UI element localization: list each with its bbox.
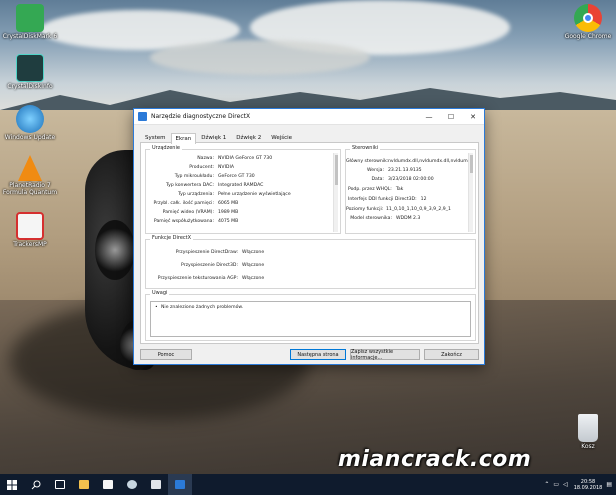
minimize-button[interactable]: — [418,109,440,125]
desktop-icon-crystaldiskinfo[interactable]: CrystalDiskInfo [2,54,58,91]
search-icon [31,480,41,489]
drivers-scrollbar[interactable] [468,153,473,232]
tab-strip: System Ekran Dźwięk 1 Dźwięk 2 Wejście [134,125,484,144]
notes-item: Nie znaleziono żadnych problemów. [161,305,244,310]
window-titlebar[interactable]: Narzędzie diagnostyczne DirectX — ☐ ✕ [134,109,484,125]
notes-group: Uwagi • Nie znaleziono żadnych problemów… [145,290,476,341]
next-page-button[interactable]: Następna strona [290,349,346,360]
taskbar-explorer[interactable] [72,474,96,495]
desktop-icon-chrome[interactable]: Google Chrome [560,4,616,41]
device-row: Pamięć współużytkowana: 4075 MB [153,219,239,224]
desktop-icon-windows-update[interactable]: Windows Update [2,105,58,142]
store-icon [103,480,113,489]
help-button[interactable]: Pomoc [140,349,192,360]
driver-row: Podp. przez WHQL: Tak [348,187,404,192]
device-row: Typ konwertera DAC: Integrated RAMDAC [166,183,264,188]
maximize-button[interactable]: ☐ [440,109,462,125]
task-view-icon [55,480,65,489]
driver-row: Model sterownika: WDDM 2.3 [350,216,421,221]
clock-date: 18.09.2018 [573,484,603,491]
drivers-group: Sterowniki Główny sterownik:nvldumdx.dll… [345,145,476,234]
app-icon [151,480,161,489]
device-group: Urządzenie Nazwa: NVIDIA GeForce GT 730 P… [145,145,341,234]
close-button[interactable]: ✕ [462,109,484,125]
device-row: Przybl. całk. ilość pamięci: 6065 MB [153,201,239,206]
dxdiag-taskbar-icon [175,480,185,489]
recycle-bin-icon [578,414,598,442]
driver-row: Główny sterownik:nvldumdx.dll,nvldumdx.d… [346,159,468,164]
chevron-up-icon[interactable]: ⌃ [544,481,549,488]
device-row: Nazwa: NVIDIA GeForce GT 730 [197,156,273,161]
tab-display[interactable]: Ekran [170,133,197,144]
directx-features-group: Funkcje DirectX Przyspieszenie DirectDra… [145,235,476,289]
exit-button[interactable]: Zakończ [424,349,479,360]
volume-icon[interactable]: ◁ [563,481,568,488]
search-button[interactable] [24,474,48,495]
taskbar-task-view[interactable] [48,474,72,495]
crystaldiskmark-icon [16,4,44,32]
device-group-title: Urządzenie [150,145,182,151]
start-button[interactable] [0,474,24,495]
driver-row: Interfejs DDI funkcji Direct3D: 12 [348,197,427,202]
crystaldiskinfo-icon [16,54,44,82]
desktop-icon-crystaldiskmark[interactable]: CrystalDiskMark 6 [2,4,58,41]
taskbar-clock[interactable]: 20:58 18.09.2018 [574,479,603,491]
dxdiag-window: Narzędzie diagnostyczne DirectX — ☐ ✕ Sy… [133,108,485,365]
device-row: Pamięć wideo (VRAM): 1989 MB [162,210,239,215]
windows-logo-icon [7,479,17,490]
window-title: Narzędzie diagnostyczne DirectX [151,113,251,120]
watermark-text: miancrack.com [338,447,532,472]
taskbar-steam[interactable] [120,474,144,495]
desktop-icon-trackersmp[interactable]: TrackersMP [2,212,58,249]
desktop-icon-planetradio[interactable]: PlanetRadio 7 Formula Quantum [2,155,58,196]
notes-textbox[interactable]: • Nie znaleziono żadnych problemów. [150,301,471,337]
directx-features-title: Funkcje DirectX [150,235,194,241]
chrome-icon [574,4,602,32]
desktop-icon-recycle-bin[interactable]: Kosz [560,414,616,451]
feature-row: Przyspieszenie DirectDraw: Włączone [175,250,265,255]
feature-row: Przyspieszenie teksturowania AGP: Włączon… [157,276,265,281]
dxdiag-app-icon [138,112,147,121]
steam-icon [127,480,137,489]
taskbar-app[interactable] [144,474,168,495]
notes-bullet: • [155,305,158,310]
device-row: Typ urządzenia: Pełne urządzenie wyświetl… [178,192,291,197]
system-tray: ⌃ ▭ ◁ 20:58 18.09.2018 ▤ [540,474,612,495]
trackersmp-icon [16,212,44,240]
notes-group-title: Uwagi [150,290,170,296]
notifications-icon[interactable]: ▤ [606,481,612,488]
drivers-group-title: Sterowniki [350,145,381,151]
device-row: Typ mikroukładu: GeForce GT 730 [174,174,255,179]
save-all-info-button[interactable]: Zapisz wszystkie informacje... [350,349,420,361]
taskbar: ⌃ ▭ ◁ 20:58 18.09.2018 ▤ [0,474,616,495]
feature-row: Przyspieszenie Direct3D: Włączone [181,263,265,268]
vlc-cone-icon [18,155,42,181]
driver-row: Data: 3/23/2018 02:00:00 [371,177,434,182]
globe-icon [16,105,44,133]
driver-row: Wersja: 23.21.13.9135 [366,168,422,173]
taskbar-store[interactable] [96,474,120,495]
driver-row: Poziomy funkcji: 11_0,10_1,10_0,9_3,9_2,9… [346,207,451,212]
device-scrollbar[interactable] [333,153,338,232]
taskbar-dxdiag[interactable] [168,474,192,495]
folder-icon [79,480,89,489]
display-tab-panel: Urządzenie Nazwa: NVIDIA GeForce GT 730 P… [140,142,479,344]
network-icon[interactable]: ▭ [553,481,559,488]
device-row: Producent: NVIDIA [189,165,234,170]
